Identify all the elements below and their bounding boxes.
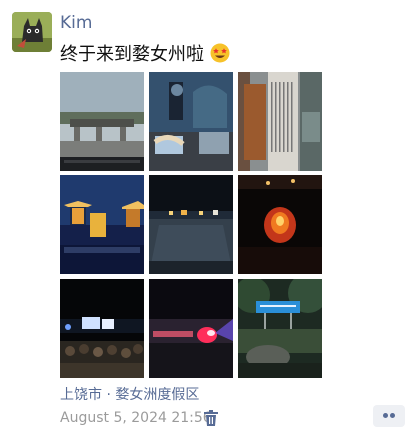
photo-night-pavilion[interactable] <box>60 175 144 274</box>
more-dot-icon <box>390 413 395 418</box>
star-struck-face-icon <box>210 43 230 63</box>
photo-grid <box>60 72 322 378</box>
more-dot-icon <box>383 413 388 418</box>
more-options-button[interactable] <box>373 405 405 427</box>
location-link[interactable]: 上饶市 · 婺女洲度假区 <box>60 384 199 404</box>
post-timestamp: August 5, 2024 21:56 <box>60 410 212 426</box>
avatar[interactable] <box>12 12 52 52</box>
photo-night-show-crowd[interactable] <box>60 279 144 378</box>
post-text: 终于来到婺女州啦 <box>60 40 230 66</box>
photo-stone-tablet[interactable] <box>238 72 322 171</box>
photo-fire-performance[interactable] <box>238 175 322 274</box>
photo-scenic-sign[interactable] <box>238 279 322 378</box>
photo-stage-light[interactable] <box>149 279 233 378</box>
photo-toll-gate[interactable] <box>60 72 144 171</box>
photo-exhibition-hall[interactable] <box>149 72 233 171</box>
trash-icon[interactable] <box>204 410 218 426</box>
author-name[interactable]: Kim <box>60 13 92 33</box>
photo-night-plaza[interactable] <box>149 175 233 274</box>
post-text-content: 终于来到婺女州啦 <box>60 44 204 65</box>
